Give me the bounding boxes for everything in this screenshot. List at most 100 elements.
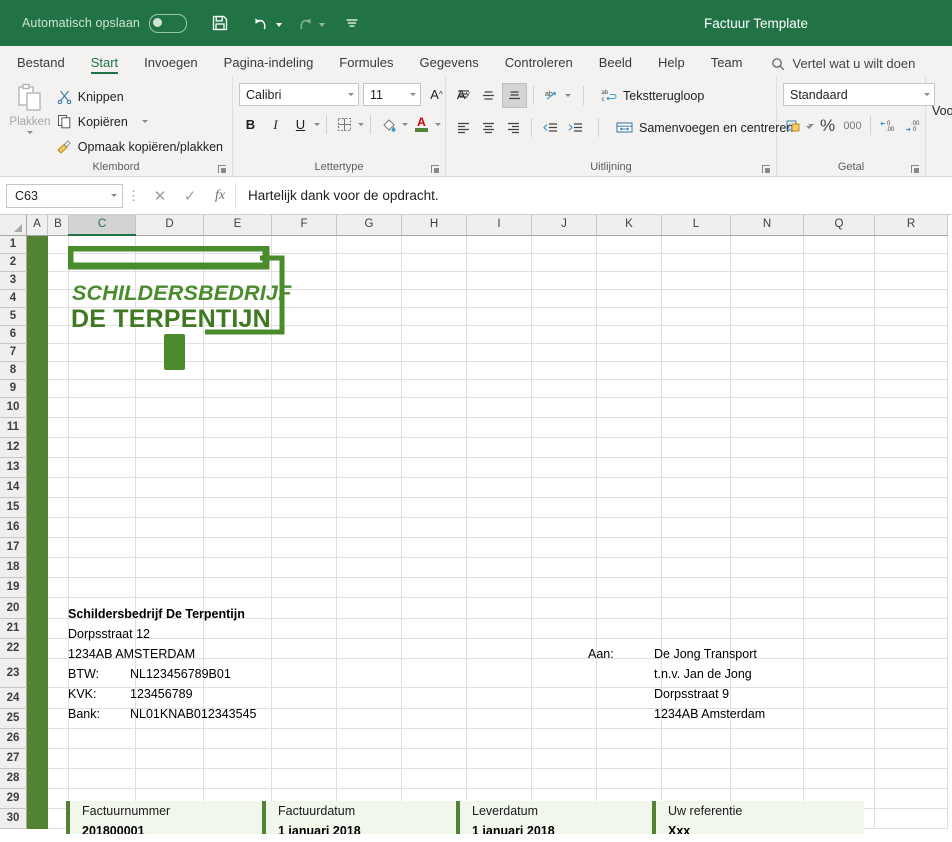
grid-cell[interactable] [336,577,402,598]
grid-cell[interactable] [47,497,69,518]
grid-cell[interactable] [68,577,136,598]
grid-accent-cell[interactable] [26,708,48,729]
grid-cell[interactable] [271,417,337,438]
grid-cell[interactable] [531,638,597,659]
grid-cell[interactable] [47,325,69,344]
grid-cell[interactable] [874,271,948,290]
grid-cell[interactable] [401,397,467,418]
grid-cell[interactable] [401,808,467,829]
grid-cell[interactable] [874,577,948,598]
orientation-button[interactable]: ab [540,84,563,107]
grid-cell[interactable] [68,379,136,398]
accounting-dropdown-icon[interactable] [808,124,814,127]
col-header-q[interactable]: Q [803,215,875,236]
row-header-30[interactable]: 30 [0,808,27,829]
grid-cell[interactable] [596,477,662,498]
decrease-decimal-button[interactable]: .00 0 [902,114,925,137]
grid-cell[interactable] [271,253,337,272]
grid-cell[interactable] [874,557,948,578]
grid-cell[interactable] [336,788,402,809]
redo-icon[interactable] [288,6,322,40]
grid-accent-cell[interactable] [26,253,48,272]
grid-cell[interactable] [47,235,69,254]
fill-color-dropdown-icon[interactable] [402,123,408,126]
col-header-r[interactable]: R [874,215,948,236]
grid-cell[interactable] [135,708,204,729]
grid-cell[interactable] [661,728,731,749]
grid-cell[interactable] [466,768,532,789]
grid-cell[interactable] [531,437,597,458]
tab-controleren[interactable]: Controleren [492,52,586,76]
grid-cell[interactable] [531,577,597,598]
bold-button[interactable]: B [239,113,262,136]
col-header-c[interactable]: C [68,215,136,236]
grid-cell[interactable] [596,417,662,438]
grid-cell[interactable] [271,379,337,398]
grid-cell[interactable] [661,289,731,308]
row-header-21[interactable]: 21 [0,618,27,639]
grid-cell[interactable] [466,687,532,709]
grid-cell[interactable] [203,477,272,498]
align-middle-button[interactable] [477,84,500,107]
paste-button[interactable]: Plakken [6,81,54,134]
grid-cell[interactable] [47,537,69,558]
grid-cell[interactable] [401,768,467,789]
grid-accent-cell[interactable] [26,343,48,362]
grid-cell[interactable] [135,618,204,639]
undo-dropdown-icon[interactable] [275,23,282,27]
grid-cell[interactable] [68,307,136,326]
grid-cell[interactable] [596,289,662,308]
grid-cell[interactable] [874,597,948,619]
grid-cell[interactable] [203,768,272,789]
grid-cell[interactable] [203,557,272,578]
grid-cell[interactable] [47,748,69,769]
grid-cell[interactable] [531,325,597,344]
grid-cell[interactable] [874,687,948,709]
grid-cell[interactable] [271,361,337,380]
comma-format-button[interactable]: 000 [841,114,864,137]
font-name-input[interactable]: Calibri [239,83,359,106]
underline-button[interactable]: U [289,113,312,136]
grid-cell[interactable] [730,708,804,729]
grid-cell[interactable] [68,708,136,729]
grid-cell[interactable] [466,477,532,498]
grid-cell[interactable] [135,577,204,598]
grid-cell[interactable] [203,271,272,290]
grid-accent-cell[interactable] [26,577,48,598]
grid-cell[interactable] [803,728,875,749]
grid-cell[interactable] [661,687,731,709]
grid-cell[interactable] [135,517,204,538]
grid-cell[interactable] [466,343,532,362]
grid-cell[interactable] [203,658,272,688]
grid-cell[interactable] [531,457,597,478]
grid-cell[interactable] [47,271,69,290]
col-header-d[interactable]: D [135,215,204,236]
grid-cell[interactable] [466,537,532,558]
number-format-select[interactable]: Standaard [783,83,935,106]
grid-accent-cell[interactable] [26,808,48,829]
grid-cell[interactable] [271,289,337,308]
alignment-dialog-launcher-icon[interactable] [762,165,771,174]
grid-cell[interactable] [135,497,204,518]
grid-cell[interactable] [336,517,402,538]
grid-cell[interactable] [336,497,402,518]
grid-cell[interactable] [661,748,731,769]
grid-cell[interactable] [203,708,272,729]
grid-cell[interactable] [730,235,804,254]
grid-cell[interactable] [68,788,136,809]
grid-cell[interactable] [271,271,337,290]
grid-cell[interactable] [466,457,532,478]
align-right-button[interactable] [502,116,525,139]
grid-cell[interactable] [803,788,875,809]
grid-cell[interactable] [730,477,804,498]
grid-cell[interactable] [803,437,875,458]
grid-cell[interactable] [803,457,875,478]
grid-cell[interactable] [803,325,875,344]
grid-cell[interactable] [661,325,731,344]
grid-cell[interactable] [803,271,875,290]
grid-cell[interactable] [730,417,804,438]
grid-cell[interactable] [271,577,337,598]
grid-cell[interactable] [730,728,804,749]
grid-cell[interactable] [661,477,731,498]
orientation-dropdown-icon[interactable] [565,94,571,97]
